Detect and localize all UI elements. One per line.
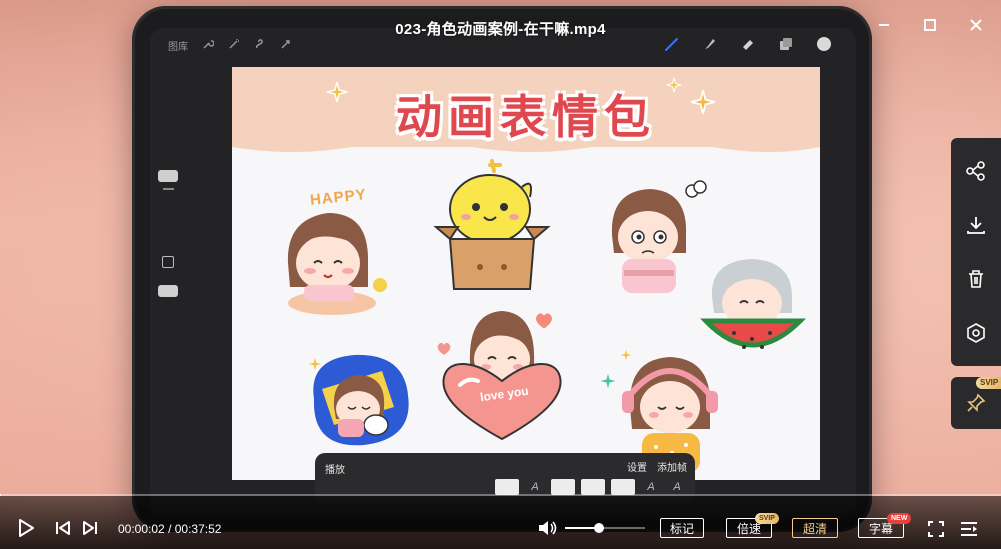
play-icon [19, 519, 34, 537]
side-action-panel [951, 138, 1001, 366]
procreate-toolbar-left: 图库 [168, 38, 292, 53]
transform-icon [280, 38, 292, 53]
frame-placeholder-icon: A [531, 481, 539, 493]
download-button[interactable] [963, 212, 989, 238]
window-controls [873, 14, 987, 36]
download-icon [967, 217, 985, 234]
magic-wand-icon [228, 38, 240, 53]
minimize-icon [879, 24, 889, 26]
opacity-slider [158, 285, 178, 297]
gallery-label: 图库 [168, 42, 188, 53]
happy-girl-sticker [287, 213, 387, 315]
pin-svip-badge: SVIP [976, 377, 1001, 389]
steam-puff-icon [685, 180, 707, 198]
star-icon [690, 89, 716, 115]
skip-previous-icon [56, 521, 70, 535]
fullscreen-button[interactable] [926, 519, 946, 539]
fullscreen-icon [928, 521, 944, 537]
small-heart-icon [437, 342, 451, 355]
banner-title: 动画表情包 [396, 91, 656, 143]
speed-svip-badge: SVIP [755, 513, 779, 524]
pin-icon [967, 393, 986, 412]
star-icon [600, 373, 616, 389]
star-icon [326, 81, 348, 103]
frame-thumbnail [611, 479, 635, 495]
selection-icon [254, 38, 266, 53]
star-icon [308, 357, 322, 371]
frame-placeholder-icon: A [647, 481, 655, 493]
playlist-button[interactable] [958, 519, 980, 539]
close-icon [970, 19, 982, 31]
close-button[interactable] [965, 14, 987, 36]
settings-label: 设置 [627, 463, 647, 474]
share-icon [966, 161, 985, 181]
watermelon-boy-sticker [700, 259, 806, 349]
yellow-cat-box-sticker [433, 159, 551, 290]
previous-button[interactable] [54, 519, 72, 537]
frame-thumbnail [551, 479, 575, 495]
eye-icon [967, 323, 985, 343]
view-button[interactable] [963, 320, 989, 346]
add-frame-label: 添加帧 [657, 463, 687, 474]
star-icon [666, 77, 682, 93]
trash-icon [969, 270, 983, 288]
modify-button-icon [162, 256, 174, 268]
play-button[interactable] [16, 518, 36, 538]
delete-button[interactable] [963, 266, 989, 292]
player-control-bar: 00:00:02 / 00:37:52 标记 倍速 SVIP 超清 字幕 NEW [0, 496, 1001, 549]
volume-slider[interactable] [565, 523, 645, 533]
subtitle-new-badge: NEW [887, 513, 912, 524]
time-separator: / [168, 522, 172, 536]
current-time: 00:00:02 [118, 522, 165, 536]
frame-strip: A A A [495, 479, 687, 495]
maximize-icon [924, 19, 936, 31]
video-title: 023-角色动画案例-在干嘛.mp4 [395, 21, 606, 38]
minimize-button[interactable] [873, 14, 895, 36]
frame-thumbnail [581, 479, 605, 495]
volume-button[interactable] [538, 519, 558, 537]
small-heart-icon [536, 313, 552, 329]
maximize-button[interactable] [919, 14, 941, 36]
slider-divider [163, 188, 174, 190]
play-label: 播放 [325, 465, 345, 476]
skip-next-icon [83, 521, 97, 535]
drawing-canvas: 动画表情包 HAPPY love you [232, 67, 820, 480]
quality-button[interactable]: 超清 [792, 518, 838, 538]
volume-knob[interactable] [593, 523, 604, 533]
wrench-icon [202, 38, 215, 53]
bookmark-button[interactable]: 标记 [660, 518, 704, 538]
time-display: 00:00:02 / 00:37:52 [118, 522, 221, 536]
frame-placeholder-icon: A [673, 481, 681, 493]
star-icon [620, 349, 632, 361]
brush-size-slider [158, 170, 178, 182]
frame-thumbnail [495, 479, 519, 495]
total-time: 00:37:52 [174, 522, 222, 536]
next-button[interactable] [81, 519, 99, 537]
share-button[interactable] [963, 158, 989, 184]
volume-icon [539, 521, 557, 535]
playlist-icon [961, 522, 977, 536]
